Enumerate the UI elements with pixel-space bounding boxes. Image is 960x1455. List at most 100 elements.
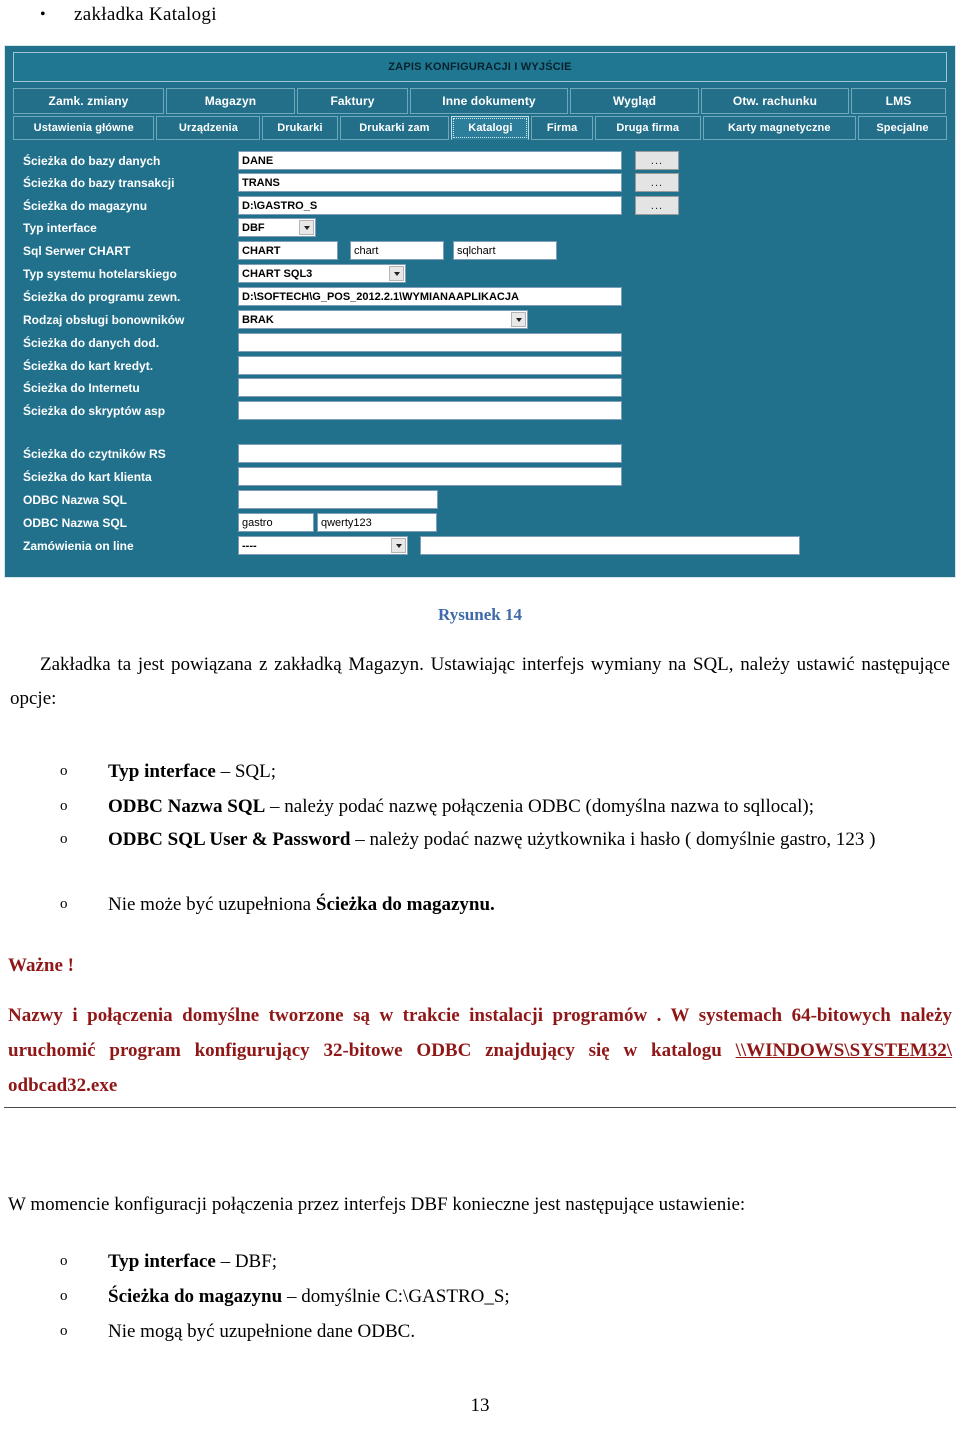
tab-karty-magnetyczne[interactable]: Karty magnetyczne — [702, 116, 856, 140]
tab-inne-dokumenty[interactable]: Inne dokumenty — [410, 88, 568, 114]
tab-label: Drukarki zam — [359, 122, 430, 134]
field-input-cie-ka-do-danych-dod[interactable] — [238, 333, 622, 352]
list-item-term: Typ interface — [108, 761, 216, 782]
list-item-desc: Nie może być uzupełniona — [108, 894, 316, 915]
field-input-cie-ka-do-magazynu[interactable]: D:\GASTRO_S — [238, 196, 622, 215]
list-item-text: Typ interface – SQL; — [108, 755, 950, 788]
online-orders-address-field[interactable] — [420, 536, 800, 555]
tab-bar-primary: Zamk. zmiany Magazyn Faktury Inne dokumenty… — [13, 88, 947, 114]
odbc-sql-password-field[interactable]: qwerty123 — [317, 513, 437, 532]
list-marker: o — [60, 1288, 68, 1304]
list-marker: o — [60, 798, 68, 814]
tab-drukarki[interactable]: Drukarki — [262, 116, 338, 140]
sql-server-chart-user-field[interactable]: chart — [350, 241, 444, 260]
field-input-cie-ka-do-internetu[interactable] — [238, 378, 622, 397]
tab-druga-firma[interactable]: Druga firma — [594, 116, 701, 140]
chevron-down-icon[interactable] — [391, 538, 406, 553]
tab-ustawienia-g-wne[interactable]: Ustawienia główne — [13, 116, 155, 140]
list-item-text: Nie może być uzupełniona Ścieżka do maga… — [108, 888, 950, 921]
dbf-list-item: o Nie mogą być uzupełnione dane ODBC. — [60, 1315, 940, 1348]
field-label-cie-ka-do-bazy-transakcji: Ścieżka do bazy transakcji — [23, 176, 175, 190]
field-input-odbc-nazwa-sql[interactable] — [238, 490, 438, 509]
tab-label: Ustawienia główne — [33, 122, 134, 134]
tab-label: Faktury — [330, 94, 375, 108]
browse-button-cie-ka-do-magazynu[interactable]: ... — [635, 196, 679, 215]
dbf-list-item: o Typ interface – DBF; — [60, 1245, 940, 1278]
tab-label: Firma — [546, 122, 578, 134]
tab-faktury[interactable]: Faktury — [297, 88, 408, 114]
list-marker: o — [60, 1323, 68, 1339]
bonowniki-service-select[interactable]: BRAK — [238, 310, 528, 329]
figure-caption: Rysunek 14 — [438, 605, 522, 624]
field-input-cie-ka-do-programu-zewn[interactable]: D:\SOFTECH\G_POS_2012.2.1\WYMIANAAPLIKAC… — [238, 287, 622, 306]
sql-server-chart-db-field[interactable]: sqlchart — [453, 241, 557, 260]
interface-type-select[interactable]: DBF — [238, 218, 316, 237]
chevron-down-icon[interactable] — [299, 220, 314, 235]
field-label-zam-wienia-on-line: Zamówienia on line — [23, 539, 134, 553]
list-item-text: Typ interface – DBF; — [108, 1245, 940, 1278]
document-page: • zakładka Katalogi ZAPIS KONFIGURACJI I… — [0, 0, 960, 1455]
list-item-text: ODBC SQL User & Password – należy podać … — [108, 823, 950, 856]
tab-katalogi[interactable]: Katalogi — [451, 116, 530, 140]
tab-magazyn[interactable]: Magazyn — [166, 88, 295, 114]
tab-zamk-zmiany[interactable]: Zamk. zmiany — [13, 88, 164, 114]
list-item-term: ODBC Nazwa SQL — [108, 796, 266, 817]
tab-firma[interactable]: Firma — [531, 116, 593, 140]
field-label-cie-ka-do-kart-kredyt: Ścieżka do kart kredyt. — [23, 359, 154, 373]
odbc-sql-user-field[interactable]: gastro — [238, 513, 314, 532]
field-input-cie-ka-do-czytnik-w-rs[interactable] — [238, 444, 622, 463]
list-item-desc: – DBF; — [215, 1251, 278, 1272]
sql-server-chart-field[interactable]: CHART — [238, 241, 338, 260]
list-item-desc: – SQL; — [215, 761, 276, 782]
sql-list-item: o Typ interface – SQL; — [60, 755, 950, 788]
field-label-cie-ka-do-danych-dod: Ścieżka do danych dod. — [23, 336, 160, 350]
chevron-down-icon[interactable] — [389, 266, 404, 281]
browse-button-cie-ka-do-bazy-danych[interactable]: ... — [635, 151, 679, 170]
tab-drukarki-zam[interactable]: Drukarki zam — [339, 116, 450, 140]
horizontal-rule — [4, 1107, 956, 1108]
save-config-and-exit-button[interactable]: ZAPIS KONFIGURACJI I WYJŚCIE — [13, 52, 947, 82]
tab-label: Druga firma — [616, 122, 680, 134]
field-label-cie-ka-do-bazy-danych: Ścieżka do bazy danych — [23, 154, 161, 168]
dbf-intro-paragraph: W momencie konfiguracji połączenia przez… — [8, 1188, 952, 1222]
tab-label: LMS — [885, 94, 912, 108]
list-item-term: ODBC SQL User & Password — [108, 829, 351, 850]
list-marker: o — [60, 1253, 68, 1269]
tab-label: Inne dokumenty — [442, 94, 536, 108]
application-screenshot: ZAPIS KONFIGURACJI I WYJŚCIE Zamk. zmian… — [4, 45, 956, 578]
field-label-rodzaj-obs-ugi-bonownik-w: Rodzaj obsługi bonowników — [23, 313, 185, 327]
field-input-cie-ka-do-kart-kredyt[interactable] — [238, 356, 622, 375]
list-item-desc: Nie mogą być uzupełnione dane ODBC. — [108, 1321, 416, 1342]
field-input-cie-ka-do-skrypt-w-asp[interactable] — [238, 401, 622, 420]
list-item-term-tail: Ścieżka do magazynu. — [315, 894, 495, 915]
tab-specjalne[interactable]: Specjalne — [857, 116, 947, 140]
chevron-down-icon[interactable] — [511, 312, 526, 327]
field-input-cie-ka-do-bazy-danych[interactable]: DANE — [238, 151, 622, 170]
tab-otw-rachunku[interactable]: Otw. rachunku — [701, 88, 849, 114]
browse-button-cie-ka-do-bazy-transakcji[interactable]: ... — [635, 173, 679, 192]
dbf-list-item: o Ścieżka do magazynu – domyślnie C:\GAST… — [60, 1280, 940, 1313]
section-heading-text: zakładka Katalogi — [74, 4, 217, 25]
tab-wygl-d[interactable]: Wygląd — [570, 88, 699, 114]
warning-body-after: odbcad32.exe — [8, 1075, 118, 1096]
list-marker: o — [60, 831, 68, 847]
warning-title: Ważne ! — [8, 948, 208, 983]
save-config-and-exit-label: ZAPIS KONFIGURACJI I WYJŚCIE — [388, 61, 572, 73]
list-marker: o — [60, 896, 68, 912]
online-orders-select[interactable]: ---- — [238, 536, 408, 555]
field-input-cie-ka-do-bazy-transakcji[interactable]: TRANS — [238, 173, 622, 192]
tab-urz-dzenia[interactable]: Urządzenia — [156, 116, 261, 140]
tab-label: Specjalne — [876, 122, 929, 134]
page-number: 13 — [470, 1395, 490, 1416]
list-item-desc: – domyślnie C:\GASTRO_S; — [282, 1286, 510, 1307]
section-heading: • zakładka Katalogi — [40, 4, 640, 26]
field-label-sql-serwer-chart: Sql Serwer CHART — [23, 244, 131, 258]
warning-body: Nazwy i połączenia domyślne tworzone są … — [8, 998, 952, 1103]
tab-lms[interactable]: LMS — [851, 88, 946, 114]
hotel-system-select[interactable]: CHART SQL3 — [238, 264, 406, 283]
tab-label: Drukarki — [277, 122, 323, 134]
field-input-cie-ka-do-kart-klienta[interactable] — [238, 467, 622, 486]
field-label-cie-ka-do-kart-klienta: Ścieżka do kart klienta — [23, 470, 152, 484]
list-marker: o — [60, 763, 68, 779]
field-label-odbc-nazwa-sql: ODBC Nazwa SQL — [23, 516, 128, 530]
